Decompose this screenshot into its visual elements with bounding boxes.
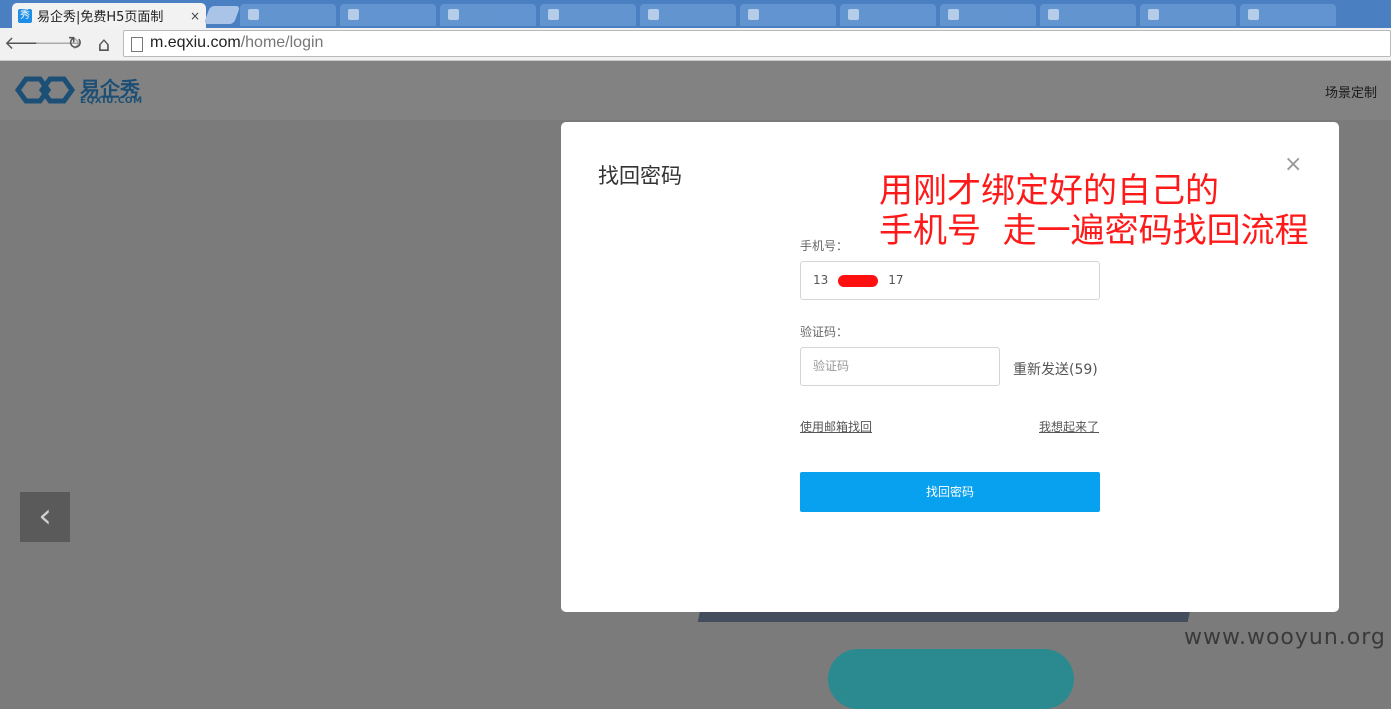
nav-link-custom-scene[interactable]: 场景定制 (1325, 82, 1377, 101)
tab-favicon-icon (448, 9, 459, 20)
browser-tab-strip: 秀 易企秀|免费H5页面制 × (0, 0, 1391, 28)
tab-close-icon[interactable]: × (190, 9, 200, 23)
tab-favicon-icon (1148, 9, 1159, 20)
url-path: /home/login (240, 34, 324, 51)
url-host: m.eqxiu.com (150, 34, 241, 51)
use-email-link[interactable]: 使用邮箱找回 (800, 418, 872, 435)
background-tab[interactable] (940, 4, 1036, 26)
reload-icon[interactable]: ↻ (63, 32, 87, 56)
site-header: 易企秀 EQXIU.COM 场景定制 (0, 61, 1391, 120)
site-logo[interactable]: 易企秀 EQXIU.COM (14, 73, 144, 109)
verification-code-input[interactable]: 验证码 (800, 347, 1000, 386)
background-tab[interactable] (540, 4, 636, 26)
modal-title: 找回密码 (598, 164, 682, 188)
forward-icon[interactable]: 🡒 (34, 32, 82, 56)
new-tab-button[interactable] (203, 6, 241, 24)
reset-password-modal: 找回密码 × 用刚才绑定好的自己的 手机号 走一遍密码找回流程 手机号： 13 1… (561, 122, 1339, 612)
tab-favicon-icon (948, 9, 959, 20)
background-tab[interactable] (740, 4, 836, 26)
url-text[interactable]: m.eqxiu.com/home/login (150, 34, 323, 52)
background-tab[interactable] (640, 4, 736, 26)
tab-favicon-icon (548, 9, 559, 20)
back-icon[interactable]: 🡐 (4, 32, 52, 56)
annotation-line-1: 用刚才绑定好的自己的 (879, 171, 1219, 211)
red-annotation: 用刚才绑定好的自己的 手机号 走一遍密码找回流程 (879, 171, 1309, 251)
tab-favicon-icon (1048, 9, 1059, 20)
tab-title: 易企秀|免费H5页面制 (37, 10, 164, 25)
page-icon (131, 37, 143, 52)
code-placeholder: 验证码 (813, 359, 850, 373)
site-favicon-icon: 秀 (18, 8, 32, 23)
background-tab[interactable] (240, 4, 336, 26)
phone-value-prefix: 13 (813, 273, 829, 287)
background-cta-button[interactable] (828, 649, 1074, 709)
logo-mark-icon (14, 76, 76, 104)
resend-code-button[interactable]: 重新发送(59) (1013, 359, 1098, 379)
home-icon[interactable]: ⌂ (92, 32, 116, 56)
tab-favicon-icon (248, 9, 259, 20)
background-tab[interactable] (1040, 4, 1136, 26)
background-tab[interactable] (440, 4, 536, 26)
tab-favicon-icon (1248, 9, 1259, 20)
annotation-line-2: 手机号 走一遍密码找回流程 (879, 211, 1309, 251)
background-tab[interactable] (840, 4, 936, 26)
phone-field[interactable]: 13 17 (800, 261, 1100, 300)
background-tab[interactable] (1240, 4, 1336, 26)
background-tab[interactable] (1140, 4, 1236, 26)
browser-toolbar: 🡐 🡒 ↻ ⌂ m.eqxiu.com/home/login (0, 28, 1391, 61)
code-label: 验证码： (800, 325, 849, 339)
tab-favicon-icon (748, 9, 759, 20)
phone-label: 手机号： (800, 239, 849, 253)
redaction-mark (838, 275, 878, 287)
tab-favicon-icon (848, 9, 859, 20)
tab-favicon-icon (648, 9, 659, 20)
reset-password-button[interactable]: 找回密码 (800, 472, 1100, 512)
address-bar[interactable]: m.eqxiu.com/home/login (123, 30, 1391, 57)
logo-subtext: EQXIU.COM (80, 96, 143, 106)
phone-value-suffix: 17 (888, 273, 904, 287)
remembered-password-link[interactable]: 我想起来了 (1039, 418, 1099, 435)
tab-favicon-icon (348, 9, 359, 20)
carousel-prev-button[interactable]: ‹ (20, 492, 70, 542)
background-tab[interactable] (340, 4, 436, 26)
watermark: www.wooyun.org (1184, 625, 1386, 650)
browser-tab-active[interactable]: 秀 易企秀|免费H5页面制 × (12, 3, 206, 28)
